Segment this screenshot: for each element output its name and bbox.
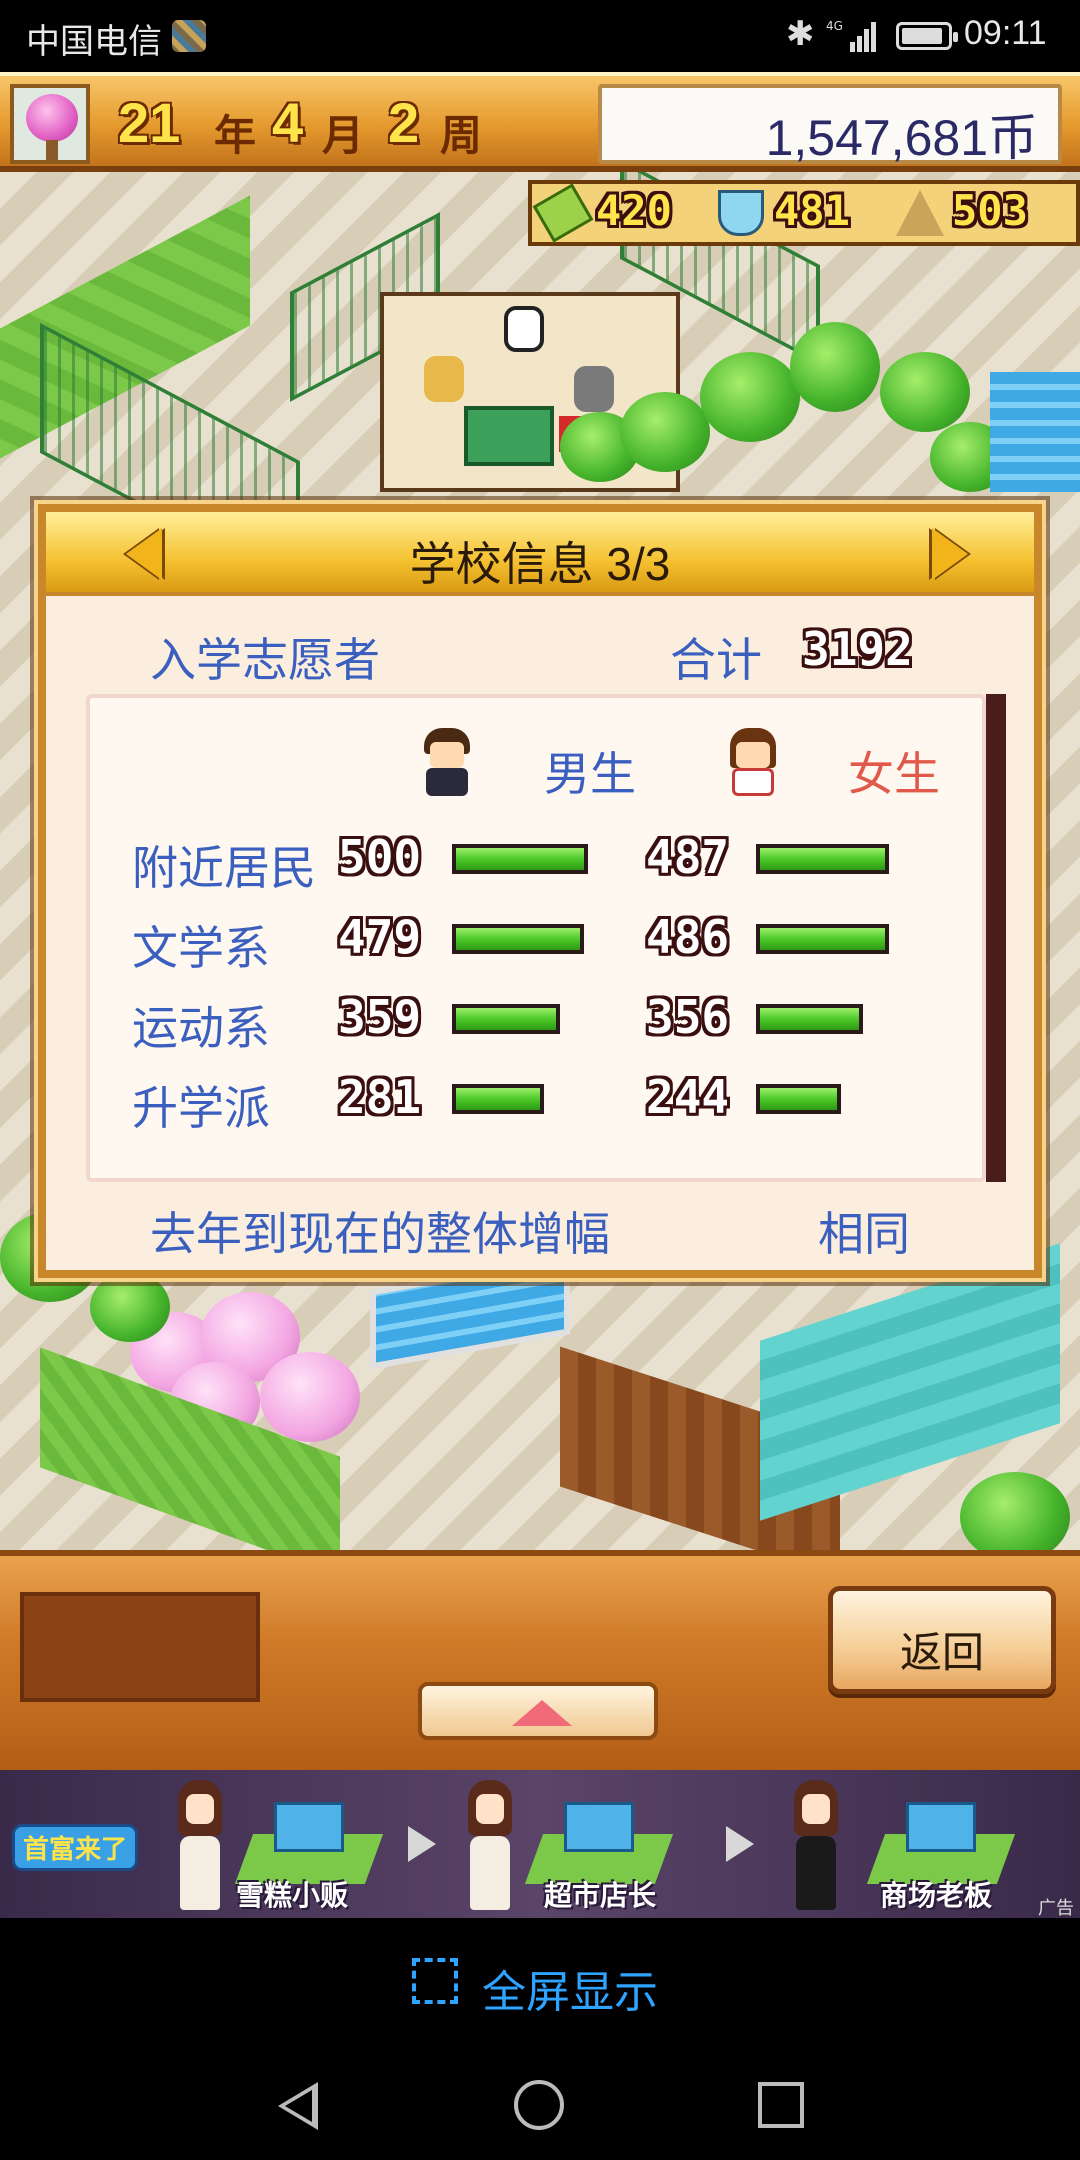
dialog-header: 学校信息 3/3 (46, 512, 1034, 596)
female-count: 486 (646, 910, 730, 964)
app-notification-icon (172, 20, 206, 52)
fullscreen-label: 全屏显示 (482, 1968, 658, 2017)
dialog-title: 学校信息 3/3 (409, 538, 671, 590)
male-count: 500 (338, 830, 422, 884)
male-bar (452, 1004, 560, 1034)
total-value: 3192 (802, 622, 913, 676)
expand-menu-button[interactable] (418, 1682, 658, 1740)
fullscreen-icon (412, 1958, 458, 2004)
arrow-right-icon (726, 1826, 754, 1862)
male-bar (452, 924, 584, 954)
year-unit: 年 (214, 112, 257, 159)
row-label: 运动系 (132, 1002, 270, 1054)
empty-slot (20, 1592, 260, 1702)
arrow-up-icon (512, 1700, 572, 1726)
week-unit: 周 (440, 112, 483, 159)
female-bar (756, 924, 889, 954)
science-stat: 481 (774, 186, 850, 235)
clock: 09:11 (964, 14, 1047, 52)
table-scrollbar[interactable] (986, 694, 1006, 1182)
male-bar (452, 1084, 544, 1114)
game-top-bar: 21 年 4 月 2 周 1,547,681币 (0, 72, 1080, 172)
flask-icon (718, 190, 764, 236)
character-icon (460, 1780, 520, 1910)
bluetooth-icon: ✱ (786, 15, 815, 53)
supermarket-icon (524, 1794, 674, 1884)
control-bar: 返回 (0, 1550, 1080, 1770)
back-button[interactable]: 返回 (828, 1586, 1056, 1694)
money-display: 1,547,681币 (598, 84, 1062, 166)
back-label: 返回 (899, 1629, 984, 1676)
applicant-table[interactable]: 男生 女生 附近居民 500 487 文学系 479 486 运动系 359 3… (86, 694, 986, 1182)
nav-back-button[interactable] (278, 2082, 318, 2130)
network-type: 4G (826, 19, 843, 33)
carrier-name: 中国电信 (26, 23, 162, 61)
sports-stat: 503 (952, 186, 1028, 235)
row-label: 文学系 (132, 922, 270, 974)
ad-step-1: 雪糕小贩 (236, 1880, 349, 1911)
ad-tag: 广告 (1038, 1898, 1074, 1918)
ad-logo: 首富来了 (12, 1824, 139, 1871)
female-count: 487 (646, 830, 730, 884)
school-info-dialog: 学校信息 3/3 入学志愿者 合计 3192 男生 女生 附近居民 500 48… (34, 500, 1046, 1282)
nav-recents-button[interactable] (758, 2082, 804, 2128)
ad-banner[interactable]: 首富来了 雪糕小贩 超市店长 商场老板 广告 (0, 1770, 1080, 1918)
character-icon (170, 1780, 230, 1910)
female-bar (756, 844, 889, 874)
pencil-icon (532, 183, 594, 243)
male-count: 359 (338, 990, 422, 1044)
battery-icon (896, 22, 958, 50)
cone-icon (896, 190, 944, 236)
resource-panel: 420 481 503 (528, 180, 1080, 246)
status-bar: 中国电信 ✱ 4G 09:11 (0, 0, 1080, 72)
male-bar (452, 844, 588, 874)
female-bar (756, 1004, 863, 1034)
ad-step-3: 商场老板 (880, 1880, 993, 1911)
female-student-icon (726, 728, 780, 796)
female-column-header: 女生 (848, 748, 940, 800)
applicants-label: 入学志愿者 (150, 634, 380, 686)
nav-home-button[interactable] (514, 2080, 564, 2130)
month-number: 4 (272, 91, 304, 154)
female-count: 356 (646, 990, 730, 1044)
money-value: 1,547,681币 (765, 110, 1038, 166)
total-label: 合计 (670, 634, 762, 686)
month-unit: 月 (322, 112, 365, 159)
female-count: 244 (646, 1070, 730, 1124)
pencil-stat: 420 (596, 186, 672, 235)
male-student-icon (420, 728, 474, 796)
growth-value: 相同 (818, 1208, 910, 1260)
system-nav-bar (0, 2048, 1080, 2160)
fullscreen-toggle[interactable]: 全屏显示 (0, 1918, 1080, 2048)
male-column-header: 男生 (544, 748, 636, 800)
signal-icon: 4G (826, 19, 876, 52)
mall-icon (866, 1794, 1016, 1884)
week-number: 2 (388, 91, 420, 154)
character-icon (786, 1780, 846, 1910)
female-bar (756, 1084, 841, 1114)
male-count: 281 (338, 1070, 422, 1124)
row-label: 升学派 (132, 1082, 270, 1134)
year-number: 21 (118, 91, 181, 154)
male-count: 479 (338, 910, 422, 964)
cherry-tree-icon[interactable] (10, 84, 90, 164)
ad-step-2: 超市店长 (544, 1880, 657, 1911)
next-page-button[interactable] (932, 528, 968, 580)
row-label: 附近居民 (132, 842, 316, 894)
growth-label: 去年到现在的整体增幅 (150, 1208, 610, 1260)
arrow-right-icon (408, 1826, 436, 1862)
kiosk-icon (234, 1794, 384, 1884)
